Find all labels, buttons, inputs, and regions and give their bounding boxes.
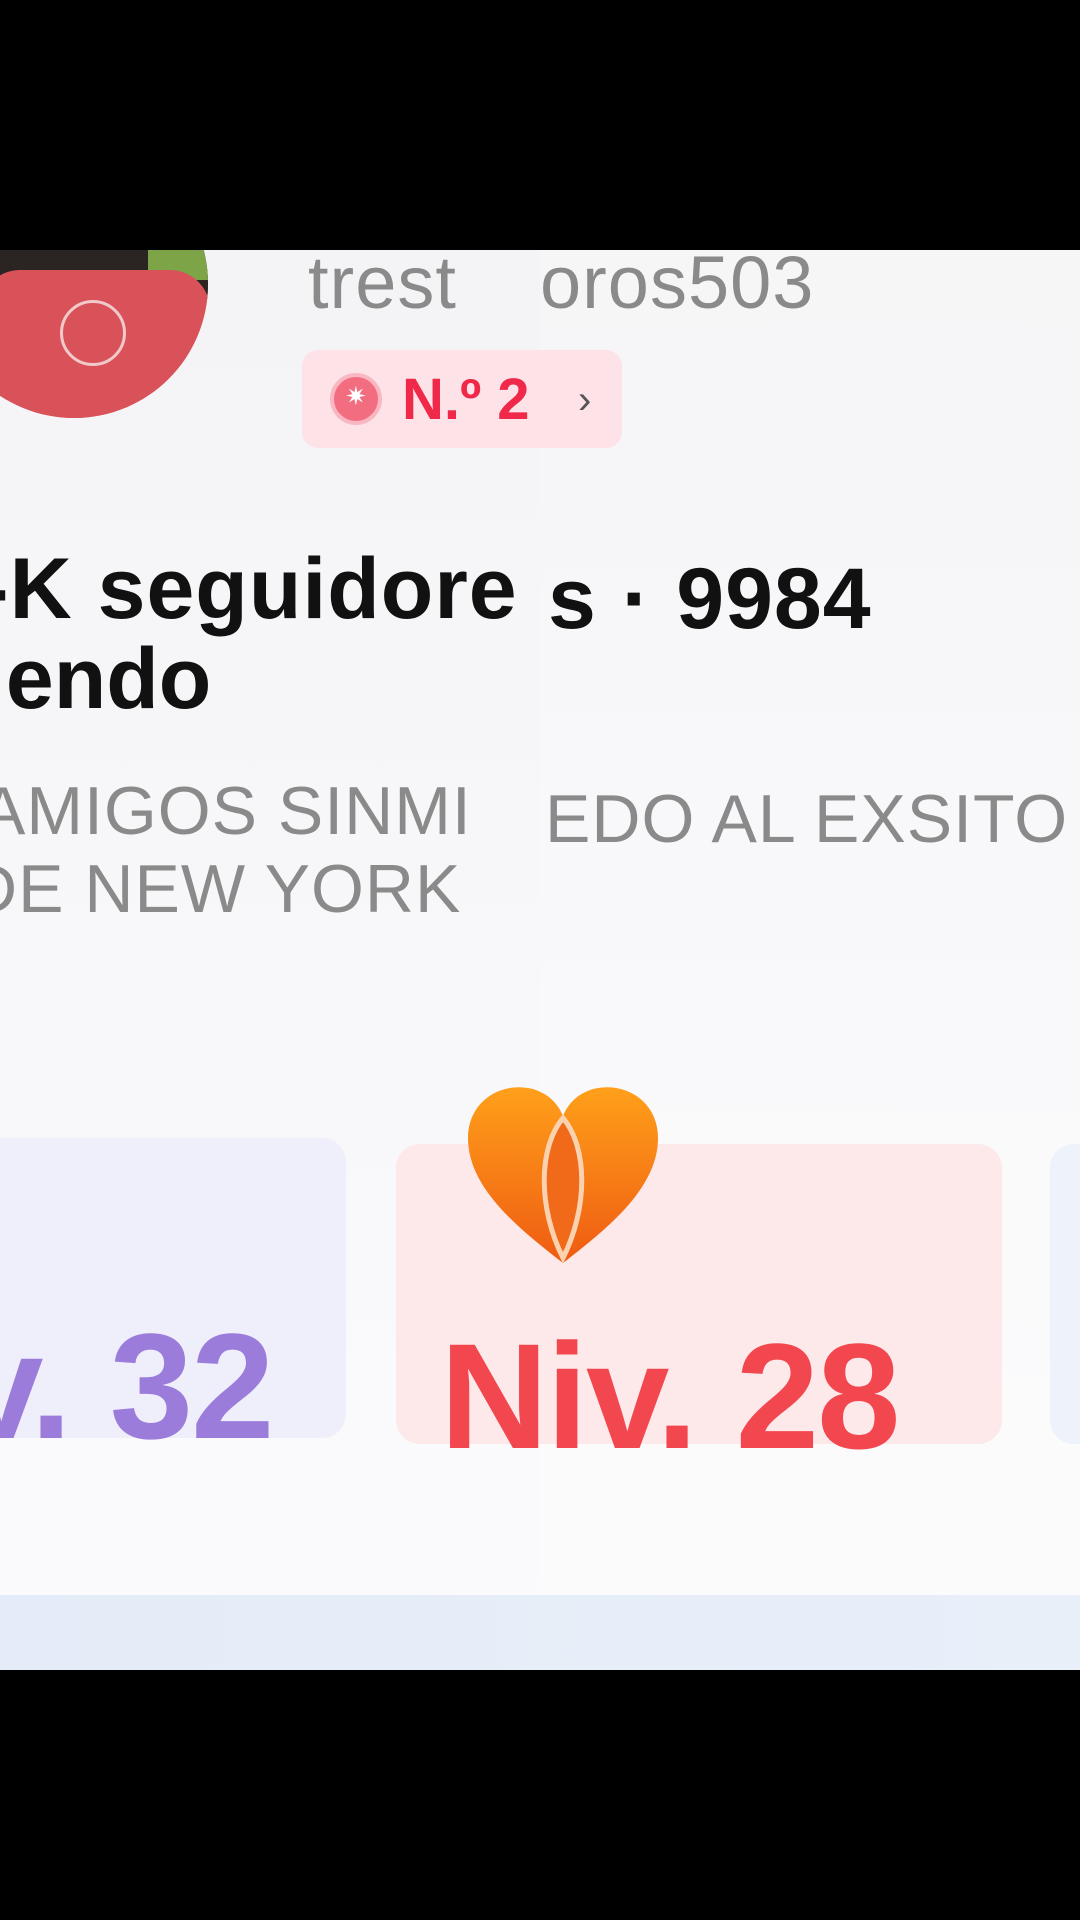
profile-screen: trest oros503 N.º 2 › -K seguidore s · 9… xyxy=(0,250,1080,1670)
rank-badge-label: N.º 2 xyxy=(402,367,530,432)
level-label-red: Niv. 28 xyxy=(440,1312,900,1480)
level-label-purple: v. 32 xyxy=(0,1302,274,1470)
avatar[interactable] xyxy=(0,250,208,418)
following-count[interactable]: s · 9984 xyxy=(548,550,872,649)
bio-text-continued: EDO AL EXSITO xyxy=(545,781,1069,857)
followers-count[interactable]: -K seguidore xyxy=(0,540,518,639)
medal-icon xyxy=(330,373,382,425)
username: trest xyxy=(308,250,457,324)
chevron-right-icon: › xyxy=(578,378,592,422)
following-label[interactable]: iendo xyxy=(0,630,211,729)
level-card-next[interactable] xyxy=(1050,1144,1080,1444)
bio-text: AMIGOS SINMI xyxy=(0,773,472,849)
bio-text-line2: DE NEW YORK xyxy=(0,851,462,927)
username-continued: oros503 xyxy=(540,250,815,324)
bottom-section xyxy=(0,1595,1080,1670)
flame-heart-icon xyxy=(468,1087,658,1264)
